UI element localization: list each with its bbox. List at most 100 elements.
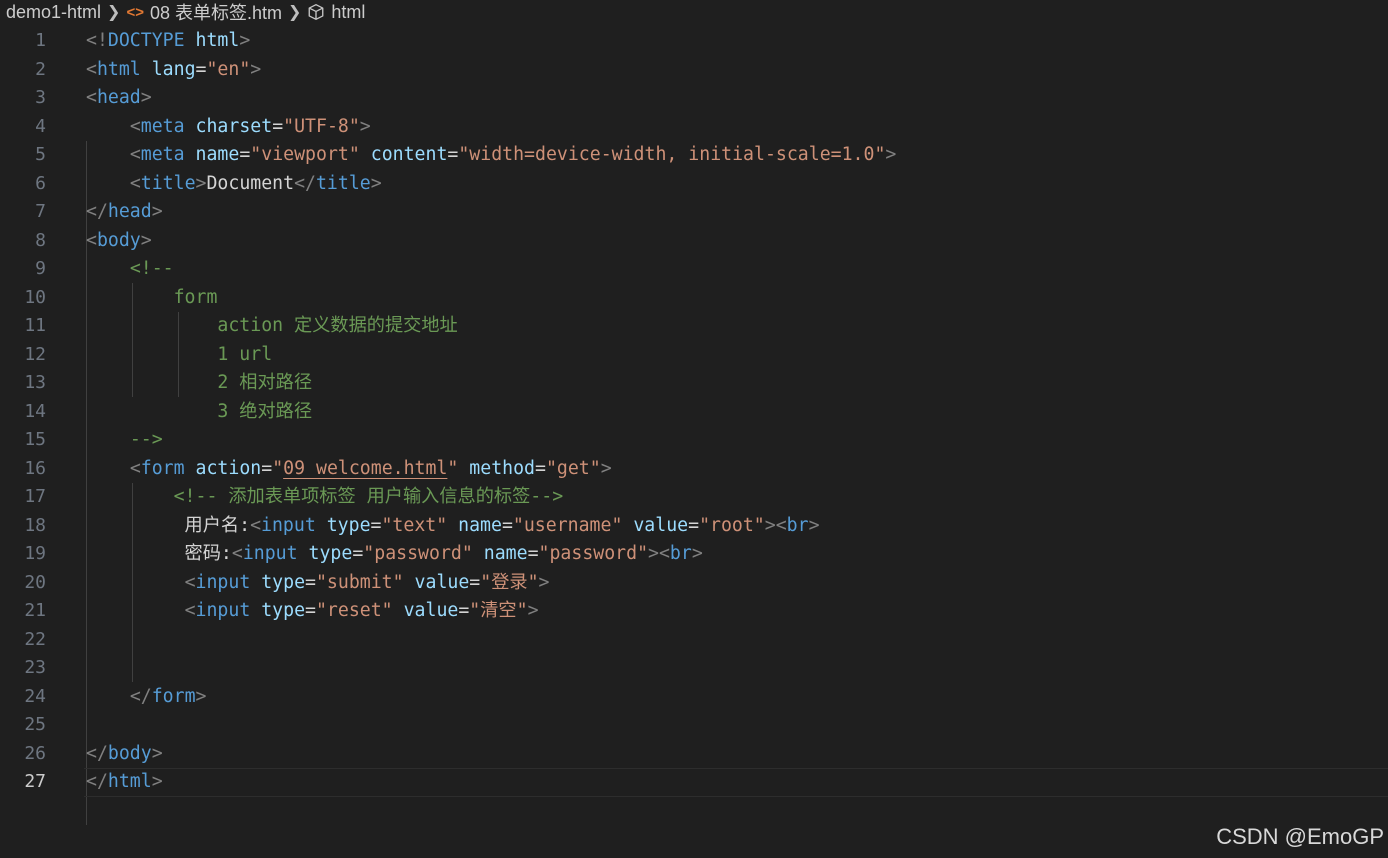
line-content[interactable]: action 定义数据的提交地址 xyxy=(86,312,457,341)
line-content[interactable]: <head> xyxy=(86,84,152,113)
line-content[interactable]: 1 url xyxy=(86,341,272,370)
breadcrumb-symbol[interactable]: html xyxy=(331,2,365,23)
line-content[interactable]: 用户名:<input type="text" name="username" v… xyxy=(86,512,820,541)
chevron-right-icon: ❯ xyxy=(107,4,121,21)
line-content[interactable]: <form action="09 welcome.html" method="g… xyxy=(86,455,612,484)
code-line[interactable]: 19 密码:<input type="password" name="passw… xyxy=(0,540,1388,569)
code-token: lang xyxy=(151,58,196,80)
code-line[interactable]: 20 <input type="submit" value="登录"> xyxy=(0,569,1388,598)
code-token: value xyxy=(403,600,459,621)
code-line[interactable]: 14 3 绝对路径 xyxy=(0,398,1388,427)
line-content[interactable]: <!-- xyxy=(86,255,174,284)
code-line[interactable]: 2 <html lang="en"> xyxy=(0,56,1388,85)
code-token: input xyxy=(242,543,298,564)
line-content[interactable]: <input type="submit" value="登录"> xyxy=(86,569,550,598)
code-token: br xyxy=(786,514,809,536)
line-number: 7 xyxy=(35,201,46,222)
code-token: "登录" xyxy=(480,571,539,593)
line-content[interactable]: </body> xyxy=(86,740,163,769)
breadcrumb-file[interactable]: 08 表单标签.htm xyxy=(150,0,282,25)
code-token: br xyxy=(669,543,692,564)
code-token: value xyxy=(414,571,470,593)
breadcrumb-folder[interactable]: demo1-html xyxy=(6,2,101,23)
code-token: "en" xyxy=(206,58,251,80)
line-content[interactable]: <!DOCTYPE html> xyxy=(86,27,250,56)
line-content[interactable]: --> xyxy=(86,426,163,455)
line-content[interactable]: </form> xyxy=(86,683,207,712)
link-token[interactable]: 09 welcome.html xyxy=(283,458,447,479)
line-content[interactable]: </head> xyxy=(86,198,163,227)
line-content[interactable]: <html lang="en"> xyxy=(86,56,261,85)
code-editor[interactable]: demo1-html ❯ <> 08 表单标签.htm ❯ html 1 <!DO… xyxy=(0,0,1388,858)
line-content[interactable]: form xyxy=(86,284,218,313)
code-line[interactable]: 5 <meta name="viewport" content="width=d… xyxy=(0,141,1388,170)
code-line[interactable]: 26 </body> xyxy=(0,740,1388,769)
code-line[interactable]: 1 <!DOCTYPE html> xyxy=(0,27,1388,56)
line-content[interactable]: <title>Document</title> xyxy=(86,170,382,199)
code-area[interactable]: 1 <!DOCTYPE html> 2 <html lang="en"> 3 <head>… xyxy=(0,27,1388,825)
code-token: "width=device-width, initial-scale=1.0" xyxy=(458,144,886,165)
code-token: form xyxy=(140,457,185,479)
code-token: " xyxy=(447,457,459,479)
line-content[interactable]: <!-- 添加表单项标签 用户输入信息的标签--> xyxy=(86,483,564,512)
code-token: body xyxy=(96,229,141,251)
code-line[interactable]: 10 form xyxy=(0,284,1388,313)
line-number: 13 xyxy=(24,372,46,393)
code-token: < xyxy=(184,600,196,621)
line-number: 4 xyxy=(35,115,46,137)
code-line[interactable]: 22 xyxy=(0,626,1388,655)
code-token: > xyxy=(538,571,550,593)
code-line[interactable]: 11 action 定义数据的提交地址 xyxy=(0,312,1388,341)
line-number: 19 xyxy=(24,543,46,564)
code-token: " xyxy=(272,457,284,479)
code-line[interactable]: 21 <input type="reset" value="清空"> xyxy=(0,597,1388,626)
line-content[interactable]: <input type="reset" value="清空"> xyxy=(86,597,539,626)
code-line[interactable]: 8 <body> xyxy=(0,227,1388,256)
code-line[interactable]: 12 1 url xyxy=(0,341,1388,370)
line-number: 20 xyxy=(24,571,46,593)
code-line[interactable]: 24 </form> xyxy=(0,683,1388,712)
code-line[interactable]: 15 --> xyxy=(0,426,1388,455)
code-token: "submit" xyxy=(315,571,404,593)
code-line[interactable]: 25 xyxy=(0,711,1388,740)
code-line[interactable]: 27 </html> xyxy=(0,768,1388,797)
code-token: name xyxy=(458,514,502,536)
code-line[interactable]: 23 xyxy=(0,654,1388,683)
code-line[interactable]: 16 <form action="09 welcome.html" method… xyxy=(0,455,1388,484)
line-content[interactable]: <body> xyxy=(86,227,152,256)
code-token: "reset" xyxy=(315,600,393,621)
code-token: type xyxy=(261,571,306,593)
code-line[interactable]: 13 2 相对路径 xyxy=(0,369,1388,398)
code-line[interactable]: 7 </head> xyxy=(0,198,1388,227)
code-token: > xyxy=(195,172,207,194)
line-content[interactable]: <meta name="viewport" content="width=dev… xyxy=(86,141,897,170)
code-token: 1 url xyxy=(217,343,273,365)
code-line[interactable]: 17 <!-- 添加表单项标签 用户输入信息的标签--> xyxy=(0,483,1388,512)
line-content[interactable]: </html> xyxy=(86,768,163,797)
code-line[interactable]: 3 <head> xyxy=(0,84,1388,113)
code-token: > xyxy=(151,742,163,764)
code-line[interactable]: 9 <!-- xyxy=(0,255,1388,284)
code-line[interactable]: 6 <title>Document</title> xyxy=(0,170,1388,199)
code-token: > xyxy=(370,172,382,194)
line-content[interactable]: <meta charset="UTF-8"> xyxy=(86,113,371,142)
line-number: 10 xyxy=(24,286,46,308)
line-number: 23 xyxy=(24,657,46,678)
line-number: 22 xyxy=(24,628,46,650)
line-content[interactable]: 2 相对路径 xyxy=(86,369,312,398)
code-line[interactable]: 4 <meta charset="UTF-8"> xyxy=(0,113,1388,142)
line-content[interactable]: 3 绝对路径 xyxy=(86,398,312,427)
line-content[interactable]: 密码:<input type="password" name="password… xyxy=(86,540,703,569)
code-token: = xyxy=(272,115,284,137)
code-line[interactable]: 18 用户名:<input type="text" name="username… xyxy=(0,512,1388,541)
